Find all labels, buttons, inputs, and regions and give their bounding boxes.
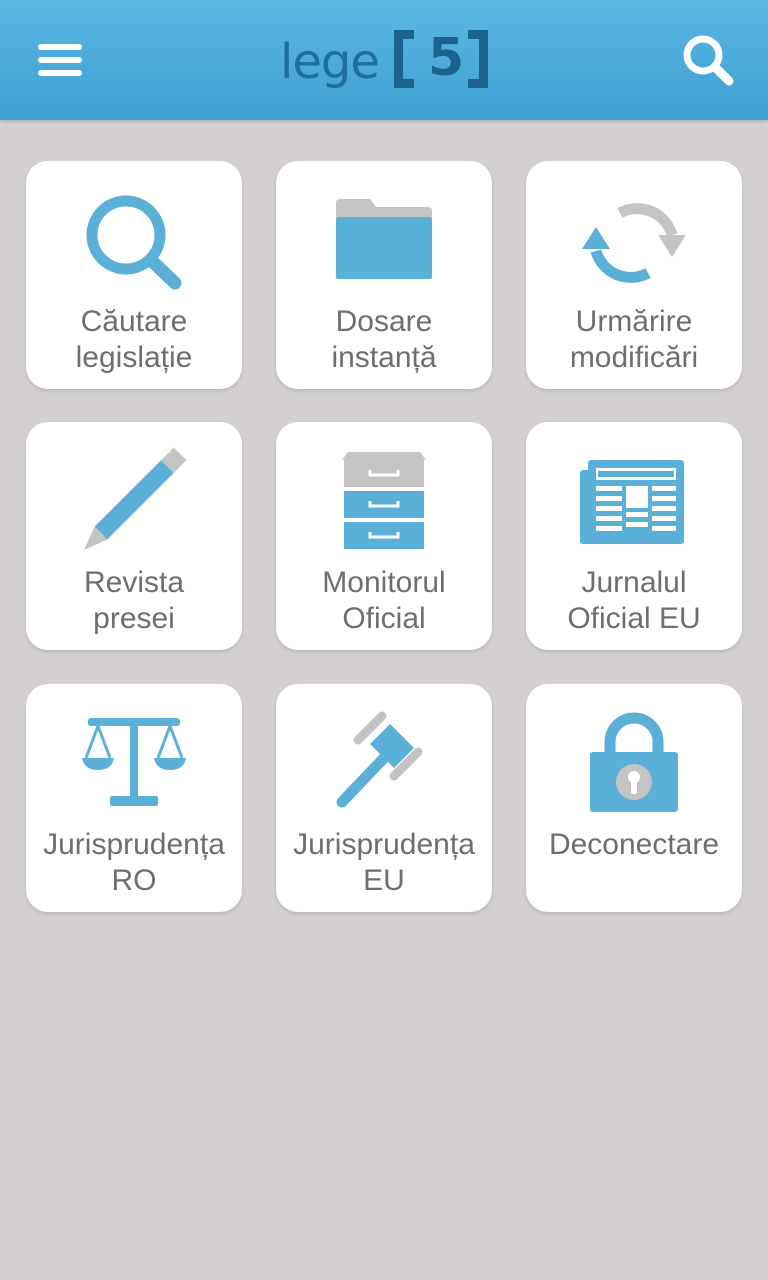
tile-urmarire-modificari[interactable]: Urmărire modificări xyxy=(526,161,742,389)
menu-button[interactable] xyxy=(30,32,90,88)
sync-icon xyxy=(582,203,686,283)
tile-cautare-legislatie[interactable]: Căutare legislație xyxy=(26,161,242,389)
tile-label-line1: Jurisprudența xyxy=(293,828,475,861)
tile-label-line1: Căutare xyxy=(80,305,188,338)
app-logo: lege 5 xyxy=(278,24,492,96)
search-icon xyxy=(683,35,734,86)
tile-label-line1: Monitorul xyxy=(322,566,446,599)
logo-bracket-left xyxy=(394,30,414,88)
folder-icon xyxy=(336,199,432,279)
logo-bracket-right xyxy=(468,30,488,88)
tile-label-line2: presei xyxy=(93,602,175,635)
gavel-icon xyxy=(336,711,423,808)
tile-label-line2: Oficial xyxy=(342,602,426,635)
tile-label-line1: Revista xyxy=(83,566,185,599)
tile-label-line1: Jurnalul xyxy=(581,566,687,599)
logo-number: 5 xyxy=(428,28,465,88)
search-icon xyxy=(86,195,182,290)
tile-label-line1: Jurisprudența xyxy=(43,828,225,861)
tile-label-line2: RO xyxy=(111,864,157,897)
pencil-icon xyxy=(84,447,187,550)
tile-label-line2: EU xyxy=(363,864,405,897)
tile-jurnalul-oficial-eu[interactable]: Jurnalul Oficial EU xyxy=(526,422,742,650)
tile-label-line2: instanță xyxy=(331,341,437,374)
scales-icon xyxy=(82,718,186,806)
search-button[interactable] xyxy=(676,28,740,92)
tile-label-line2: legislație xyxy=(75,341,193,374)
hamburger-menu-icon xyxy=(38,44,82,76)
filing-cabinet-icon xyxy=(342,452,426,549)
tile-jurisprudenta-ro[interactable]: Jurisprudența RO xyxy=(26,684,242,912)
tile-revista-presei[interactable]: Revista presei xyxy=(26,422,242,650)
tile-label-line1: Dosare xyxy=(335,305,433,338)
app-header: lege 5 xyxy=(0,0,768,120)
padlock-icon xyxy=(590,712,678,812)
tile-deconectare[interactable]: Deconectare xyxy=(526,684,742,912)
newspaper-icon xyxy=(580,460,684,544)
tile-monitorul-oficial[interactable]: Monitorul Oficial xyxy=(276,422,492,650)
tile-label-line1: Deconectare xyxy=(548,828,720,861)
tile-label-line2: modificări xyxy=(569,341,699,374)
tile-jurisprudenta-eu[interactable]: Jurisprudența EU xyxy=(276,684,492,912)
tile-dosare-instanta[interactable]: Dosare instanță xyxy=(276,161,492,389)
tile-label-line1: Urmărire xyxy=(575,305,693,338)
tile-label-line2: Oficial EU xyxy=(567,602,701,635)
logo-text: lege xyxy=(280,34,380,90)
